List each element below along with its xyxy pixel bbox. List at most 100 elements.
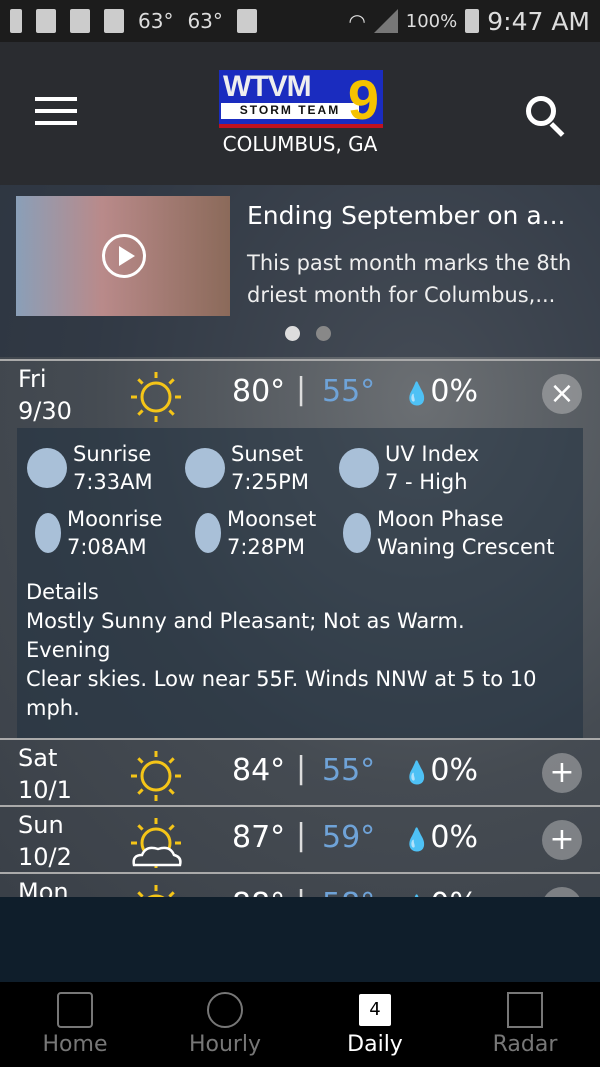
empty-area [0,897,600,982]
map-icon [507,992,543,1028]
moonphase-value: Waning Crescent [377,535,555,559]
logo-text: WTVM [223,70,312,103]
partly-cloudy-icon [130,817,182,869]
battery-icon [465,9,480,33]
logo-number: 9 [347,68,379,131]
battery-100-icon [70,9,90,33]
nav-radar[interactable]: Radar [450,982,600,1067]
menu-icon[interactable] [35,97,77,133]
low-temp: 55° [322,374,376,409]
wifi-icon: ◠ [348,9,366,33]
app-header: WTVM STORM TEAM 9 COLUMBUS, GA [0,42,600,185]
low-temp: 55° [322,753,376,788]
temp-separator: | [296,818,307,853]
day-name: Sat 10/1 [18,744,72,804]
page-dot[interactable] [316,326,331,341]
clock-icon [207,992,243,1028]
status-bar: 63° 63° ◠ 100% 9:47 AM [0,0,600,42]
high-temp: 80° [232,374,286,409]
image-icon [36,9,56,33]
precip: 💧0% [403,753,478,788]
location-label: COLUMBUS, GA [222,132,378,156]
nav-label: Daily [347,1032,403,1057]
uv-value: 7 - High [385,470,468,494]
expand-button[interactable]: + [542,820,582,860]
day-text: Mostly Sunny and Pleasant; Not as Warm. [26,609,465,633]
details-label: Details [26,580,99,604]
precip: 💧0% [403,887,478,897]
raindrop-icon: 💧 [403,761,431,786]
video-thumbnail[interactable] [16,196,230,316]
moonrise-label: Moonrise [67,507,163,531]
day-row[interactable]: Sun 10/2 87° | 59° 💧0% + [0,805,600,871]
sunset-icon [185,448,225,488]
moonphase-label: Moon Phase [377,507,504,531]
logo-sub: STORM TEAM [221,103,359,119]
moonset-label: Moonset [227,507,317,531]
nav-hourly[interactable]: Hourly [150,982,300,1067]
temp-indicator: 63° [138,9,174,33]
high-temp: 84° [232,753,286,788]
nav-label: Home [42,1032,108,1057]
search-icon[interactable] [526,96,556,126]
low-temp: 58° [322,887,375,897]
day-detail-panel: Sunrise 7:33AM Sunset 7:25PM UV Index 7 - H… [17,428,583,738]
expand-button[interactable]: + [542,753,582,793]
high-temp: 87° [232,820,286,855]
signal-icon [373,9,398,33]
wtvm-logo: WTVM STORM TEAM 9 [219,68,383,131]
temp-separator: | [296,885,306,897]
moonset-icon [195,513,221,553]
nav-home[interactable]: Home [0,982,150,1067]
sun-icon [130,371,182,423]
raindrop-icon: 💧 [403,828,431,853]
day-name: Fri 9/30 [18,365,72,425]
nav-label: Radar [492,1032,558,1057]
evening-text: Clear skies. Low near 55F. Winds NNW at … [26,667,537,720]
collapse-button[interactable]: × [542,374,582,414]
low-temp: 59° [322,820,376,855]
calendar-icon: 4 [357,992,393,1028]
day-row[interactable]: Sat 10/1 84° | 55° 💧0% + [0,738,600,804]
moonset-value: 7:28PM [227,535,305,559]
story-title[interactable]: Ending September on a... [247,201,587,230]
moonrise-icon [35,513,61,553]
uv-label: UV Index [385,442,480,466]
clock: 9:47 AM [487,6,590,36]
bottom-nav: Home Hourly 4 Daily Radar [0,982,600,1067]
story-summary: This past month marks the 8th driest mon… [247,251,572,307]
raindrop-icon: 💧 [403,382,431,407]
story-carousel[interactable]: Ending September on a... This past month… [0,185,600,357]
temp-indicator: 63° [187,9,223,33]
temp-separator: | [296,372,307,407]
nav-daily[interactable]: 4 Daily [300,982,450,1067]
play-icon[interactable] [102,234,146,278]
usb-icon [10,9,22,33]
moonrise-value: 7:08AM [67,535,147,559]
home-icon [57,992,93,1028]
day-row[interactable]: Fri 9/30 80° | 55° 💧0% × [0,359,600,425]
sunrise-label: Sunrise [73,442,152,466]
battery-percent: 100% [405,10,458,32]
moon-phase-icon [343,513,371,553]
page-dot[interactable] [285,326,300,341]
precip: 💧0% [403,820,478,855]
day-row[interactable]: Mon 88° | 58° 💧0% + [0,872,600,897]
sun-icon [130,750,182,802]
sunrise-value: 7:33AM [73,470,153,494]
uv-icon [339,448,379,488]
sunset-value: 7:25PM [231,470,309,494]
day-name: Sun 10/2 [18,811,72,871]
day-name: Mon [18,878,69,897]
temp-separator: | [296,751,307,786]
sunrise-icon [27,448,67,488]
clipboard-check-icon [236,9,257,33]
sun-icon [130,884,182,897]
carousel-dots [285,326,331,341]
evening-label: Evening [26,638,111,662]
precip: 💧0% [403,374,478,409]
sd-error-icon [104,9,124,33]
nav-label: Hourly [188,1032,262,1057]
expand-button[interactable]: + [542,887,582,897]
high-temp: 88° [232,887,285,897]
